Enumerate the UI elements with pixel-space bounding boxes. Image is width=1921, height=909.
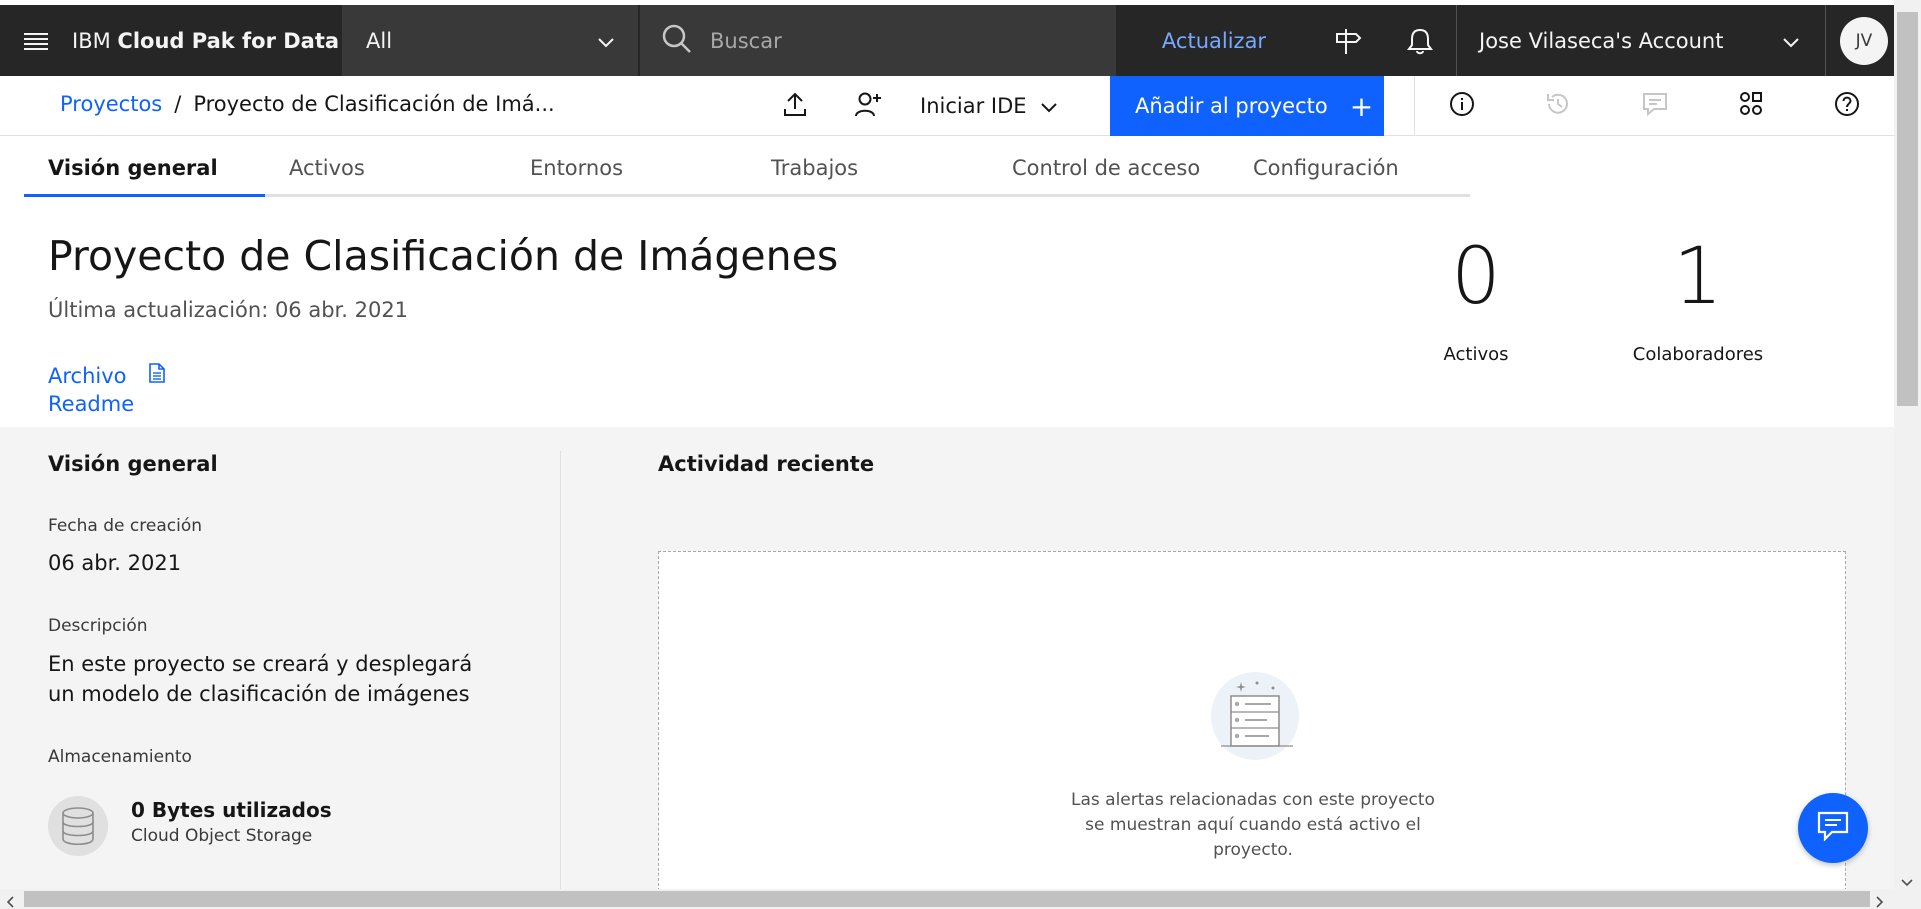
stat-assets: 0 Activos [1386,232,1566,365]
apps-button[interactable] [1726,76,1776,136]
launch-ide-dropdown[interactable]: Iniciar IDE [920,76,1057,136]
add-to-project-button[interactable]: Añadir al proyecto + [1110,76,1384,136]
info-button[interactable] [1437,76,1487,136]
launch-ide-label: Iniciar IDE [920,94,1027,118]
project-links: Archivo Readme [48,362,165,418]
chevron-down-icon [598,29,614,53]
brand-name: Cloud Pak for Data [117,28,340,53]
scope-value: All [366,28,393,53]
scope-dropdown[interactable]: All [342,5,640,76]
readme-link[interactable]: Readme [48,390,165,418]
chat-button[interactable] [1798,793,1868,863]
horizontal-scrollbar-thumb[interactable] [24,891,1870,907]
signpost-icon[interactable] [1312,5,1384,76]
search-bar[interactable] [640,5,1116,76]
add-to-project-label: Añadir al proyecto [1135,94,1328,118]
info-icon [1449,91,1475,121]
created-value: 06 abr. 2021 [48,551,182,575]
history-icon [1545,91,1571,121]
account-switcher[interactable]: Jose Vilaseca's Account [1456,5,1826,76]
description-value: En este proyecto se creará y desplegará … [48,652,473,706]
breadcrumb-separator: / [174,92,182,116]
plus-icon: + [1349,89,1374,123]
tab-access-control[interactable]: Control de acceso [988,138,1229,197]
breadcrumb-current: Proyecto de Clasificación de Imá... [193,92,555,116]
upgrade-link[interactable]: Actualizar [1116,29,1312,53]
chat-icon [1817,811,1849,845]
product-brand[interactable]: IBM Cloud Pak for Data [72,29,342,53]
project-tabs: Visión general Activos Entornos Trabajos… [24,138,1470,197]
add-user-icon [854,91,882,121]
scroll-left-arrow-icon[interactable] [6,893,14,909]
section-divider [560,451,561,889]
scroll-down-arrow-icon[interactable] [1901,872,1913,891]
breadcrumb-projects-link[interactable]: Proyectos [60,92,162,116]
chevron-down-icon [1783,29,1799,53]
storage-used: 0 Bytes utilizados [131,798,332,822]
project-toolbar: Proyectos / Proyecto de Clasificación de… [0,76,1894,136]
tab-environments[interactable]: Entornos [506,138,747,197]
tab-assets[interactable]: Activos [265,138,506,197]
notification-icon[interactable] [1384,5,1456,76]
upload-icon [783,91,807,121]
breadcrumb: Proyectos / Proyecto de Clasificación de… [60,92,555,116]
account-name: Jose Vilaseca's Account [1479,28,1724,53]
description-label: Descripción [48,616,148,636]
add-collaborator-button[interactable] [843,76,893,136]
history-button[interactable] [1533,76,1583,136]
toolbar-divider [1414,76,1415,136]
comments-button[interactable] [1630,76,1680,136]
archive-link[interactable]: Archivo [48,362,127,390]
search-input[interactable] [710,28,1090,53]
menu-icon[interactable] [0,5,72,76]
recent-activity-card: Las alertas relacionadas con este proyec… [658,551,1846,891]
stat-label: Colaboradores [1632,344,1764,365]
comment-icon [1642,92,1668,120]
help-icon [1834,91,1860,121]
vertical-scrollbar-thumb[interactable] [1897,12,1918,406]
export-button[interactable] [770,76,820,136]
help-button[interactable] [1822,76,1872,136]
empty-activity-icon [1207,670,1303,766]
search-icon [662,24,692,58]
database-icon [48,796,108,856]
stat-value: 0 [1451,232,1501,322]
overview-panel: Visión general Fecha de creación 06 abr.… [0,427,1894,891]
tab-settings[interactable]: Configuración [1229,138,1470,197]
page-title: Proyecto de Clasificación de Imágenes [48,232,839,280]
recent-activity-title: Actividad reciente [658,452,875,476]
apps-icon [1739,91,1763,121]
scroll-right-arrow-icon[interactable] [1876,893,1884,909]
stat-value: 1 [1673,232,1723,322]
tab-jobs[interactable]: Trabajos [747,138,988,197]
last-updated: Última actualización: 06 abr. 2021 [48,298,409,322]
chevron-down-icon [1040,94,1057,118]
brand-prefix: IBM [72,28,111,53]
stat-label: Activos [1443,344,1509,365]
created-label: Fecha de creación [48,516,202,536]
storage-type: Cloud Object Storage [131,826,313,846]
tab-overview[interactable]: Visión general [24,138,265,197]
avatar[interactable]: JV [1840,16,1888,65]
overview-section-title: Visión general [48,452,218,476]
global-header: IBM Cloud Pak for Data All Actualizar Jo… [0,5,1894,76]
empty-activity-message: Las alertas relacionadas con este proyec… [1071,790,1435,860]
document-icon[interactable] [148,362,165,390]
stat-collaborators: 1 Colaboradores [1608,232,1788,365]
storage-label: Almacenamiento [48,747,192,767]
